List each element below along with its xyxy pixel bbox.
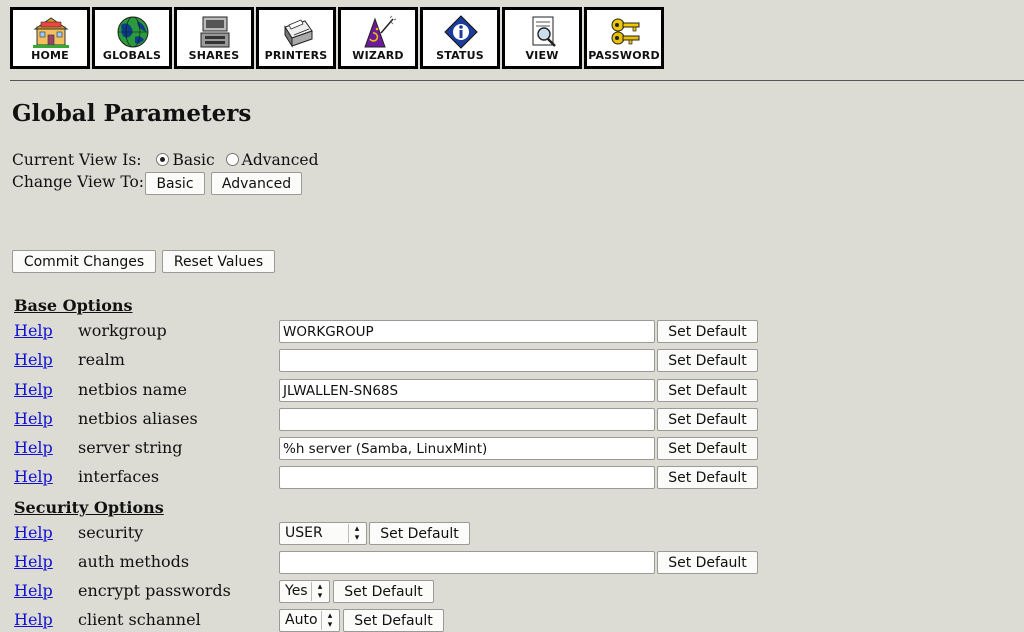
shares-icon [200, 16, 230, 48]
password-label: PASSWORD [588, 49, 660, 62]
encrypt-passwords-select-value: Yes [285, 583, 308, 599]
set-default-auth-methods-button[interactable]: Set Default [657, 551, 758, 574]
home-label: HOME [31, 49, 69, 62]
param-name-client-schannel: client schannel [78, 610, 201, 629]
commit-changes-button[interactable]: Commit Changes [12, 250, 156, 273]
help-link-security[interactable]: Help [14, 523, 53, 542]
status-label: STATUS [436, 49, 484, 62]
help-link-netbios-aliases[interactable]: Help [14, 409, 53, 428]
set-default-netbios-aliases-button[interactable]: Set Default [657, 408, 758, 431]
wizard-label: WIZARD [352, 49, 404, 62]
password-button[interactable]: PASSWORD [584, 7, 664, 69]
printers-label: PRINTERS [264, 49, 328, 62]
param-name-netbios-name: netbios name [78, 380, 187, 399]
page-title: Global Parameters [12, 100, 252, 127]
set-default-realm-button[interactable]: Set Default [657, 349, 758, 372]
param-name-server-string: server string [78, 438, 183, 457]
set-default-security-button[interactable]: Set Default [369, 522, 470, 545]
netbios-name-input[interactable]: JLWALLEN-SN68S [279, 379, 655, 402]
info-icon [444, 15, 478, 49]
help-link-server-string[interactable]: Help [14, 438, 53, 457]
param-name-realm: realm [78, 350, 125, 369]
globals-label: GLOBALS [102, 49, 162, 62]
chevron-updown-icon: ▴ ▾ [348, 524, 365, 543]
view-advanced-radio[interactable] [225, 153, 239, 166]
help-link-interfaces[interactable]: Help [14, 467, 53, 486]
help-link-netbios-name[interactable]: Help [14, 380, 53, 399]
wizard-icon [364, 15, 397, 48]
status-button[interactable]: STATUS [420, 7, 500, 69]
chevron-updown-icon: ▴ ▾ [321, 611, 338, 630]
change-view-label: Change View To: [12, 173, 145, 191]
help-link-workgroup[interactable]: Help [14, 321, 53, 340]
change-view-basic-button[interactable]: Basic [145, 172, 205, 195]
param-name-encrypt-passwords: encrypt passwords [78, 581, 231, 600]
security-select[interactable]: USER ▴ ▾ [279, 522, 367, 545]
server-string-input[interactable]: %h server (Samba, LinuxMint) [279, 437, 655, 460]
keys-icon [611, 18, 640, 45]
base-options-heading: Base Options [14, 296, 133, 315]
client-schannel-select-value: Auto [285, 612, 318, 628]
view-icon [532, 16, 556, 47]
workgroup-input[interactable]: WORKGROUP [279, 320, 655, 343]
interfaces-input[interactable] [279, 466, 655, 489]
set-default-netbios-name-button[interactable]: Set Default [657, 379, 758, 402]
shares-label: SHARES [188, 49, 240, 62]
help-link-encrypt-passwords[interactable]: Help [14, 581, 53, 600]
divider [10, 80, 1024, 81]
home-button[interactable]: HOME [10, 7, 90, 69]
param-name-interfaces: interfaces [78, 467, 160, 486]
view-label: VIEW [525, 49, 559, 62]
param-name-auth-methods: auth methods [78, 552, 190, 571]
set-default-workgroup-button[interactable]: Set Default [657, 320, 758, 343]
param-name-workgroup: workgroup [78, 321, 167, 340]
set-default-client-schannel-button[interactable]: Set Default [343, 609, 444, 632]
home-icon [33, 17, 69, 48]
set-default-encrypt-passwords-button[interactable]: Set Default [333, 580, 434, 603]
realm-input[interactable] [279, 349, 655, 372]
reset-values-button[interactable]: Reset Values [162, 250, 275, 273]
printers-button[interactable]: PRINTERS [256, 7, 336, 69]
client-schannel-select[interactable]: Auto ▴ ▾ [279, 609, 340, 632]
printer-icon [284, 19, 313, 48]
auth-methods-input[interactable] [279, 551, 655, 574]
security-options-heading: Security Options [14, 498, 164, 517]
change-view-advanced-button[interactable]: Advanced [211, 172, 302, 195]
shares-button[interactable]: SHARES [174, 7, 254, 69]
set-default-interfaces-button[interactable]: Set Default [657, 466, 758, 489]
view-basic-radio[interactable] [156, 153, 170, 166]
view-advanced-label: Advanced [241, 151, 319, 169]
view-basic-label: Basic [172, 151, 215, 169]
chevron-updown-icon: ▴ ▾ [311, 582, 328, 601]
help-link-auth-methods[interactable]: Help [14, 552, 53, 571]
encrypt-passwords-select[interactable]: Yes ▴ ▾ [279, 580, 330, 603]
globe-icon [117, 16, 149, 48]
param-name-security: security [78, 523, 144, 542]
security-select-value: USER [285, 525, 323, 541]
help-link-realm[interactable]: Help [14, 350, 53, 369]
globals-button[interactable]: GLOBALS [92, 7, 172, 69]
current-view-row: Current View Is: Basic Advanced [12, 151, 319, 169]
view-button[interactable]: VIEW [502, 7, 582, 69]
set-default-server-string-button[interactable]: Set Default [657, 437, 758, 460]
current-view-label: Current View Is: [12, 151, 142, 169]
param-name-netbios-aliases: netbios aliases [78, 409, 198, 428]
help-link-client-schannel[interactable]: Help [14, 610, 53, 629]
wizard-button[interactable]: WIZARD [338, 7, 418, 69]
netbios-aliases-input[interactable] [279, 408, 655, 431]
